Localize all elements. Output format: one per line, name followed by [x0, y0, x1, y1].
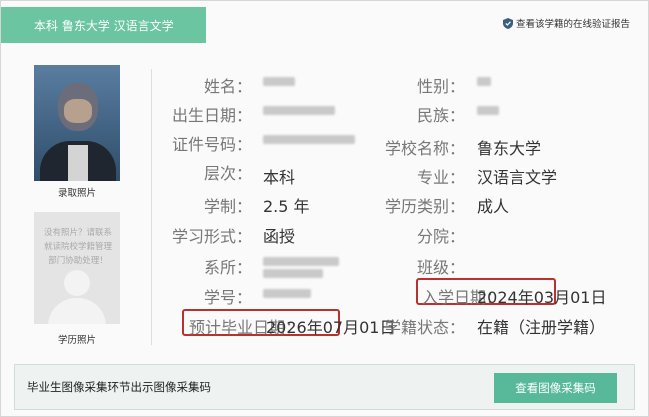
gender-value-redacted [477, 77, 491, 86]
birth-date-label: 出生日期： [171, 106, 252, 125]
ethnicity-label: 民族： [416, 106, 465, 125]
name-value-redacted [263, 77, 295, 86]
education-type-label: 学历类别： [384, 197, 465, 216]
vertical-divider [151, 69, 152, 345]
enrollment-photo [34, 65, 120, 181]
record-title: 本科 鲁东大学 汉语言文学 [34, 18, 174, 33]
no-photo-message: 没有照片？请联系就读院校学籍管理部门协助处理！ [43, 228, 112, 266]
level-label: 层次： [203, 164, 252, 183]
department-value-redacted [263, 257, 339, 266]
student-status-card: 本科 鲁东大学 汉语言文学 查看该学籍的在线验证报告 录取照片 没有照片？请联系… [0, 0, 649, 417]
branch-label: 分院： [416, 227, 465, 246]
enrollment-date-value: 2024年03月01日 [477, 288, 607, 307]
gender-label: 性别： [416, 77, 465, 96]
class-label: 班级： [416, 258, 465, 277]
education-type-value: 成人 [477, 197, 510, 216]
duration-value: 2.5 年 [263, 197, 310, 216]
image-code-instruction: 毕业生图像采集环节出示图像采集码 [27, 380, 211, 394]
department-label: 系所： [203, 258, 252, 277]
major-label: 专业： [416, 168, 465, 187]
status-value: 在籍（注册学籍） [477, 318, 606, 337]
avatar-silhouette-icon [64, 270, 90, 296]
school-name-value: 鲁东大学 [477, 139, 542, 158]
enrollment-photo-caption: 录取照片 [57, 188, 96, 199]
school-name-label: 学校名称： [384, 139, 465, 158]
graduation-photo-caption: 学历照片 [57, 335, 96, 346]
study-form-label: 学习形式： [171, 227, 252, 246]
verify-report-label: 查看该学籍的在线验证报告 [515, 19, 630, 30]
id-number-label: 证件号码： [171, 135, 252, 154]
verify-report-link[interactable]: 查看该学籍的在线验证报告 [502, 16, 630, 30]
graduation-photo-placeholder: 没有照片？请联系就读院校学籍管理部门协助处理！ [34, 212, 120, 324]
student-number-value-redacted [263, 289, 311, 298]
major-value: 汉语言文学 [477, 168, 558, 187]
shield-icon [502, 17, 513, 29]
study-form-value: 函授 [263, 227, 296, 246]
record-title-tab[interactable]: 本科 鲁东大学 汉语言文学 [1, 7, 206, 43]
level-value: 本科 [263, 168, 296, 187]
image-code-bar: 毕业生图像采集环节出示图像采集码 查看图像采集码 [14, 364, 635, 410]
ethnicity-value-redacted [477, 106, 499, 115]
graduation-date-value: 2026年07月01日 [266, 318, 396, 337]
student-number-label: 学号： [203, 288, 252, 307]
name-label: 姓名： [203, 77, 252, 96]
status-label: 学籍状态： [384, 318, 465, 337]
duration-label: 学制： [203, 197, 252, 216]
birth-date-value-redacted [263, 106, 335, 115]
id-number-value-redacted [263, 135, 355, 144]
view-image-code-button[interactable]: 查看图像采集码 [494, 373, 617, 403]
